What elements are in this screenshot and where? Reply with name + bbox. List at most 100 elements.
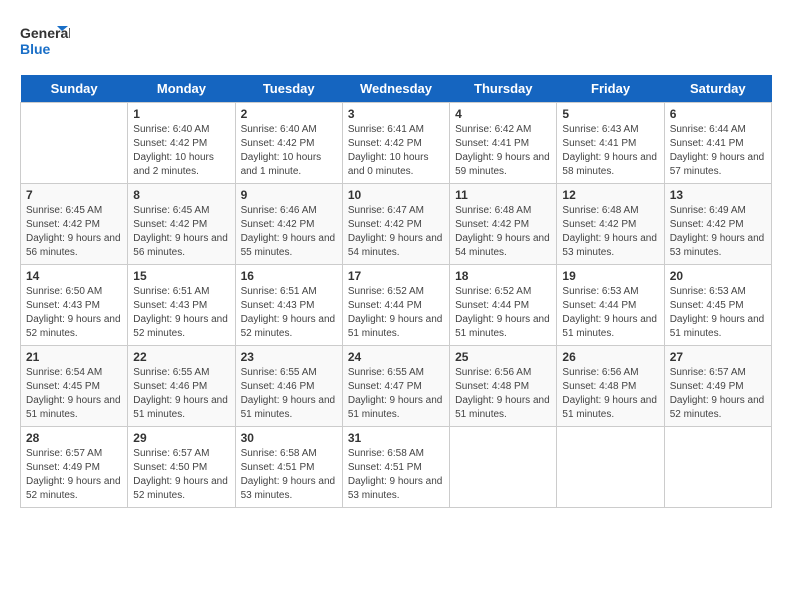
cell-content: Sunrise: 6:50 AM Sunset: 4:43 PM Dayligh… [26,285,122,341]
day-number: 25 [455,350,551,364]
cell-content: Sunrise: 6:47 AM Sunset: 4:42 PM Dayligh… [348,204,444,260]
day-number: 2 [241,107,337,121]
day-number: 23 [241,350,337,364]
calendar-cell: 12Sunrise: 6:48 AM Sunset: 4:42 PM Dayli… [557,184,664,265]
page-header: GeneralBlue [20,20,772,65]
cell-content: Sunrise: 6:44 AM Sunset: 4:41 PM Dayligh… [670,123,766,179]
day-number: 29 [133,431,229,445]
calendar-cell [557,427,664,508]
day-number: 21 [26,350,122,364]
header-day-saturday: Saturday [664,75,771,103]
cell-content: Sunrise: 6:57 AM Sunset: 4:49 PM Dayligh… [26,447,122,503]
day-number: 12 [562,188,658,202]
calendar-cell: 23 Sunrise: 6:55 AM Sunset: 4:46 PM Dayli… [235,346,342,427]
header-day-friday: Friday [557,75,664,103]
calendar-cell: 19 Sunrise: 6:53 AM Sunset: 4:44 PM Dayli… [557,265,664,346]
calendar-cell: 17 Sunrise: 6:52 AM Sunset: 4:44 PM Dayli… [342,265,449,346]
header-day-monday: Monday [128,75,235,103]
logo-svg: GeneralBlue [20,20,70,65]
week-row-3: 14 Sunrise: 6:50 AM Sunset: 4:43 PM Dayli… [21,265,772,346]
calendar-cell: 14 Sunrise: 6:50 AM Sunset: 4:43 PM Dayli… [21,265,128,346]
cell-content: Sunrise: 6:56 AM Sunset: 4:48 PM Dayligh… [562,366,658,422]
day-number: 14 [26,269,122,283]
day-number: 10 [348,188,444,202]
calendar-cell: 29Sunrise: 6:57 AM Sunset: 4:50 PM Dayli… [128,427,235,508]
day-number: 7 [26,188,122,202]
week-row-1: 1 Sunrise: 6:40 AM Sunset: 4:42 PM Daylig… [21,103,772,184]
calendar-cell: 16 Sunrise: 6:51 AM Sunset: 4:43 PM Dayli… [235,265,342,346]
day-number: 28 [26,431,122,445]
calendar-cell: 8 Sunrise: 6:45 AM Sunset: 4:42 PM Daylig… [128,184,235,265]
cell-content: Sunrise: 6:55 AM Sunset: 4:47 PM Dayligh… [348,366,444,422]
calendar-cell: 31 Sunrise: 6:58 AM Sunset: 4:51 PM Dayli… [342,427,449,508]
cell-content: Sunrise: 6:58 AM Sunset: 4:51 PM Dayligh… [348,447,444,503]
calendar-cell: 1 Sunrise: 6:40 AM Sunset: 4:42 PM Daylig… [128,103,235,184]
cell-content: Sunrise: 6:52 AM Sunset: 4:44 PM Dayligh… [348,285,444,341]
calendar-cell: 26Sunrise: 6:56 AM Sunset: 4:48 PM Dayli… [557,346,664,427]
calendar-cell: 9 Sunrise: 6:46 AM Sunset: 4:42 PM Daylig… [235,184,342,265]
day-number: 9 [241,188,337,202]
week-row-2: 7 Sunrise: 6:45 AM Sunset: 4:42 PM Daylig… [21,184,772,265]
cell-content: Sunrise: 6:43 AM Sunset: 4:41 PM Dayligh… [562,123,658,179]
day-number: 20 [670,269,766,283]
calendar-cell: 28 Sunrise: 6:57 AM Sunset: 4:49 PM Dayli… [21,427,128,508]
cell-content: Sunrise: 6:56 AM Sunset: 4:48 PM Dayligh… [455,366,551,422]
calendar-cell: 27Sunrise: 6:57 AM Sunset: 4:49 PM Dayli… [664,346,771,427]
cell-content: Sunrise: 6:40 AM Sunset: 4:42 PM Dayligh… [133,123,229,179]
calendar-cell: 10 Sunrise: 6:47 AM Sunset: 4:42 PM Dayli… [342,184,449,265]
header-day-thursday: Thursday [450,75,557,103]
calendar-table: SundayMondayTuesdayWednesdayThursdayFrid… [20,75,772,508]
cell-content: Sunrise: 6:54 AM Sunset: 4:45 PM Dayligh… [26,366,122,422]
calendar-cell [450,427,557,508]
day-number: 11 [455,188,551,202]
day-number: 19 [562,269,658,283]
calendar-cell: 20Sunrise: 6:53 AM Sunset: 4:45 PM Dayli… [664,265,771,346]
calendar-cell: 18 Sunrise: 6:52 AM Sunset: 4:44 PM Dayli… [450,265,557,346]
header-day-tuesday: Tuesday [235,75,342,103]
calendar-cell: 2 Sunrise: 6:40 AM Sunset: 4:42 PM Daylig… [235,103,342,184]
day-number: 17 [348,269,444,283]
day-number: 31 [348,431,444,445]
cell-content: Sunrise: 6:49 AM Sunset: 4:42 PM Dayligh… [670,204,766,260]
cell-content: Sunrise: 6:53 AM Sunset: 4:44 PM Dayligh… [562,285,658,341]
cell-content: Sunrise: 6:45 AM Sunset: 4:42 PM Dayligh… [133,204,229,260]
cell-content: Sunrise: 6:48 AM Sunset: 4:42 PM Dayligh… [455,204,551,260]
cell-content: Sunrise: 6:57 AM Sunset: 4:49 PM Dayligh… [670,366,766,422]
header-day-sunday: Sunday [21,75,128,103]
day-number: 24 [348,350,444,364]
day-number: 15 [133,269,229,283]
week-row-5: 28 Sunrise: 6:57 AM Sunset: 4:49 PM Dayli… [21,427,772,508]
day-number: 16 [241,269,337,283]
day-number: 18 [455,269,551,283]
calendar-cell: 21 Sunrise: 6:54 AM Sunset: 4:45 PM Dayli… [21,346,128,427]
cell-content: Sunrise: 6:46 AM Sunset: 4:42 PM Dayligh… [241,204,337,260]
calendar-cell: 13 Sunrise: 6:49 AM Sunset: 4:42 PM Dayli… [664,184,771,265]
calendar-cell: 3Sunrise: 6:41 AM Sunset: 4:42 PM Daylig… [342,103,449,184]
day-number: 22 [133,350,229,364]
cell-content: Sunrise: 6:58 AM Sunset: 4:51 PM Dayligh… [241,447,337,503]
calendar-cell: 24 Sunrise: 6:55 AM Sunset: 4:47 PM Dayli… [342,346,449,427]
cell-content: Sunrise: 6:42 AM Sunset: 4:41 PM Dayligh… [455,123,551,179]
calendar-cell: 30Sunrise: 6:58 AM Sunset: 4:51 PM Dayli… [235,427,342,508]
cell-content: Sunrise: 6:40 AM Sunset: 4:42 PM Dayligh… [241,123,337,179]
cell-content: Sunrise: 6:51 AM Sunset: 4:43 PM Dayligh… [241,285,337,341]
cell-content: Sunrise: 6:45 AM Sunset: 4:42 PM Dayligh… [26,204,122,260]
calendar-cell: 25 Sunrise: 6:56 AM Sunset: 4:48 PM Dayli… [450,346,557,427]
svg-text:Blue: Blue [20,41,51,57]
cell-content: Sunrise: 6:52 AM Sunset: 4:44 PM Dayligh… [455,285,551,341]
calendar-cell: 15 Sunrise: 6:51 AM Sunset: 4:43 PM Dayli… [128,265,235,346]
calendar-cell [21,103,128,184]
calendar-cell: 22Sunrise: 6:55 AM Sunset: 4:46 PM Dayli… [128,346,235,427]
calendar-cell: 7 Sunrise: 6:45 AM Sunset: 4:42 PM Daylig… [21,184,128,265]
calendar-cell: 11 Sunrise: 6:48 AM Sunset: 4:42 PM Dayli… [450,184,557,265]
calendar-cell: 6Sunrise: 6:44 AM Sunset: 4:41 PM Daylig… [664,103,771,184]
day-number: 1 [133,107,229,121]
cell-content: Sunrise: 6:51 AM Sunset: 4:43 PM Dayligh… [133,285,229,341]
day-number: 13 [670,188,766,202]
day-number: 4 [455,107,551,121]
day-number: 8 [133,188,229,202]
week-row-4: 21 Sunrise: 6:54 AM Sunset: 4:45 PM Dayli… [21,346,772,427]
day-number: 3 [348,107,444,121]
calendar-cell [664,427,771,508]
cell-content: Sunrise: 6:55 AM Sunset: 4:46 PM Dayligh… [241,366,337,422]
